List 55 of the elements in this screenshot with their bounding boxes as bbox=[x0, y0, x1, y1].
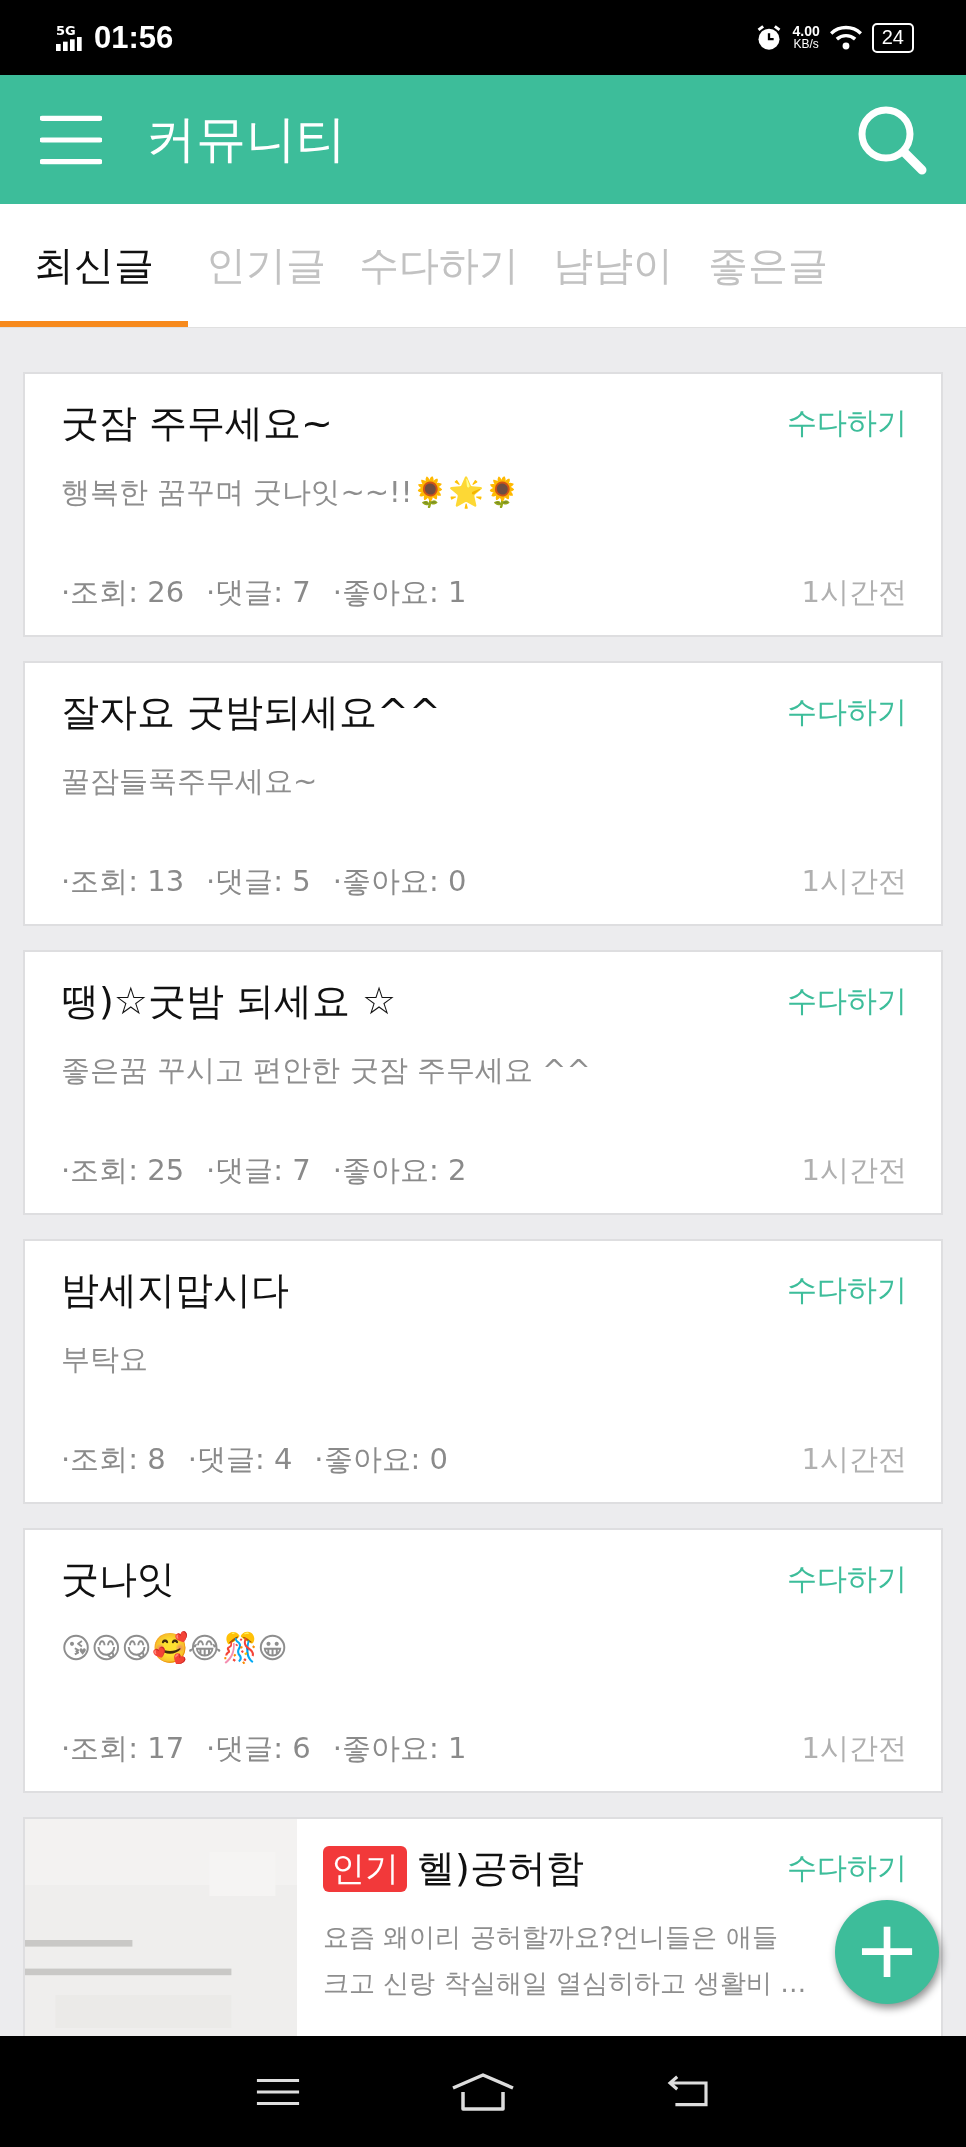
post-stat: ·조회: 17 bbox=[61, 1730, 185, 1767]
post-title: 밤세지맙시다 bbox=[61, 1267, 289, 1314]
post-excerpt: 크고 신랑 착실해일 열심히하고 생활비 … bbox=[323, 1967, 807, 2000]
screen-title: 커뮤니티 bbox=[146, 109, 346, 170]
post-title: 굿잠 주무세요~ bbox=[61, 400, 333, 447]
post-stat: ·좋아요: 1 bbox=[332, 1730, 467, 1767]
post-title: 땡)☆굿밤 되세요 ☆ bbox=[61, 978, 397, 1025]
category-label: 수다하기 bbox=[787, 982, 907, 1020]
post-stat: ·조회: 13 bbox=[61, 863, 185, 900]
post-card[interactable]: 잘자요 굿밤되세요^^ 수다하기 꿀잠들푹주무세요~ ·조회: 13 ·댓글: 5 ·좋아요: 0 1시간전 bbox=[23, 661, 943, 926]
post-excerpt: 요즘 왜이리 공허할까요?언니들은 애들 bbox=[323, 1921, 778, 1954]
post-stat: ·댓글: 4 bbox=[187, 1441, 293, 1478]
post-title: 굿나잇 bbox=[61, 1556, 175, 1603]
post-stat: ·좋아요: 0 bbox=[314, 1441, 448, 1478]
post-time: 1시간전 bbox=[801, 1441, 907, 1478]
post-stat: ·조회: 25 bbox=[61, 1152, 185, 1189]
post-excerpt: 부탁요 bbox=[61, 1341, 148, 1378]
post-card[interactable]: 굿나잇 수다하기 😘😋😋🥰😂🎊😀 ·조회: 17 ·댓글: 6 ·좋아요: 1 1시간전 bbox=[23, 1528, 943, 1793]
post-time: 1시간전 bbox=[801, 1730, 907, 1767]
clock-time: 01:56 bbox=[94, 19, 174, 56]
post-stat: ·댓글: 7 bbox=[206, 574, 311, 611]
post-card[interactable]: 밤세지맙시다 수다하기 부탁요 ·조회: 8 ·댓글: 4 ·좋아요: 0 1시간전 bbox=[23, 1239, 943, 1504]
popular-badge: 인기 bbox=[323, 1845, 407, 1892]
wifi-icon bbox=[829, 24, 862, 51]
post-excerpt: 행복한 꿈꾸며 굿나잇~~!!🌻🌟🌻 bbox=[61, 474, 521, 511]
speed-value: 4.00 bbox=[792, 24, 820, 38]
category-label: 수다하기 bbox=[787, 1849, 907, 1887]
post-title: 헬)공허함 bbox=[417, 1845, 584, 1892]
post-title: 잘자요 굿밤되세요^^ bbox=[61, 689, 441, 736]
post-excerpt: 꿀잠들푹주무세요~ bbox=[61, 763, 318, 800]
post-stat: ·댓글: 7 bbox=[206, 1152, 311, 1189]
speed-unit: KB/s bbox=[793, 37, 819, 51]
post-stat: ·댓글: 5 bbox=[206, 863, 311, 900]
category-label: 수다하기 bbox=[787, 693, 907, 731]
network-label: 5G bbox=[56, 24, 76, 37]
post-excerpt: 좋은꿈 꾸시고 편안한 굿잠 주무세요 ^^ bbox=[61, 1052, 591, 1089]
category-label: 수다하기 bbox=[787, 1271, 907, 1309]
post-time: 1시간전 bbox=[801, 574, 907, 611]
post-stat: ·좋아요: 1 bbox=[332, 574, 467, 611]
post-stat: ·좋아요: 2 bbox=[332, 1152, 467, 1189]
post-stat: ·좋아요: 0 bbox=[332, 863, 467, 900]
post-stat: ·조회: 26 bbox=[61, 574, 185, 611]
post-excerpt: 😘😋😋🥰😂🎊😀 bbox=[61, 1630, 288, 1667]
signal-icon bbox=[56, 37, 84, 51]
post-card[interactable]: 땡)☆굿밤 되세요 ☆ 수다하기 좋은꿈 꾸시고 편안한 굿잠 주무세요 ^^ ·조회: 25 ·댓글: 7 ·좋아요: 2 1시간전 bbox=[23, 950, 943, 1215]
post-time: 1시간전 bbox=[801, 1152, 907, 1189]
category-label: 수다하기 bbox=[787, 404, 907, 442]
post-stat: ·조회: 8 bbox=[61, 1441, 166, 1478]
tab[interactable]: 최신글 bbox=[0, 204, 188, 327]
battery-level: 24 bbox=[881, 26, 904, 49]
post-stat: ·댓글: 6 bbox=[206, 1730, 311, 1767]
home-icon[interactable] bbox=[451, 2071, 515, 2112]
category-label: 수다하기 bbox=[787, 1560, 907, 1598]
post-time: 1시간전 bbox=[801, 863, 907, 900]
post-card[interactable]: 굿잠 주무세요~ 수다하기 행복한 꿈꾸며 굿나잇~~!!🌻🌟🌻 ·조회: 26 ·댓글: 7 ·좋아요: 1 1시간전 bbox=[23, 372, 943, 637]
